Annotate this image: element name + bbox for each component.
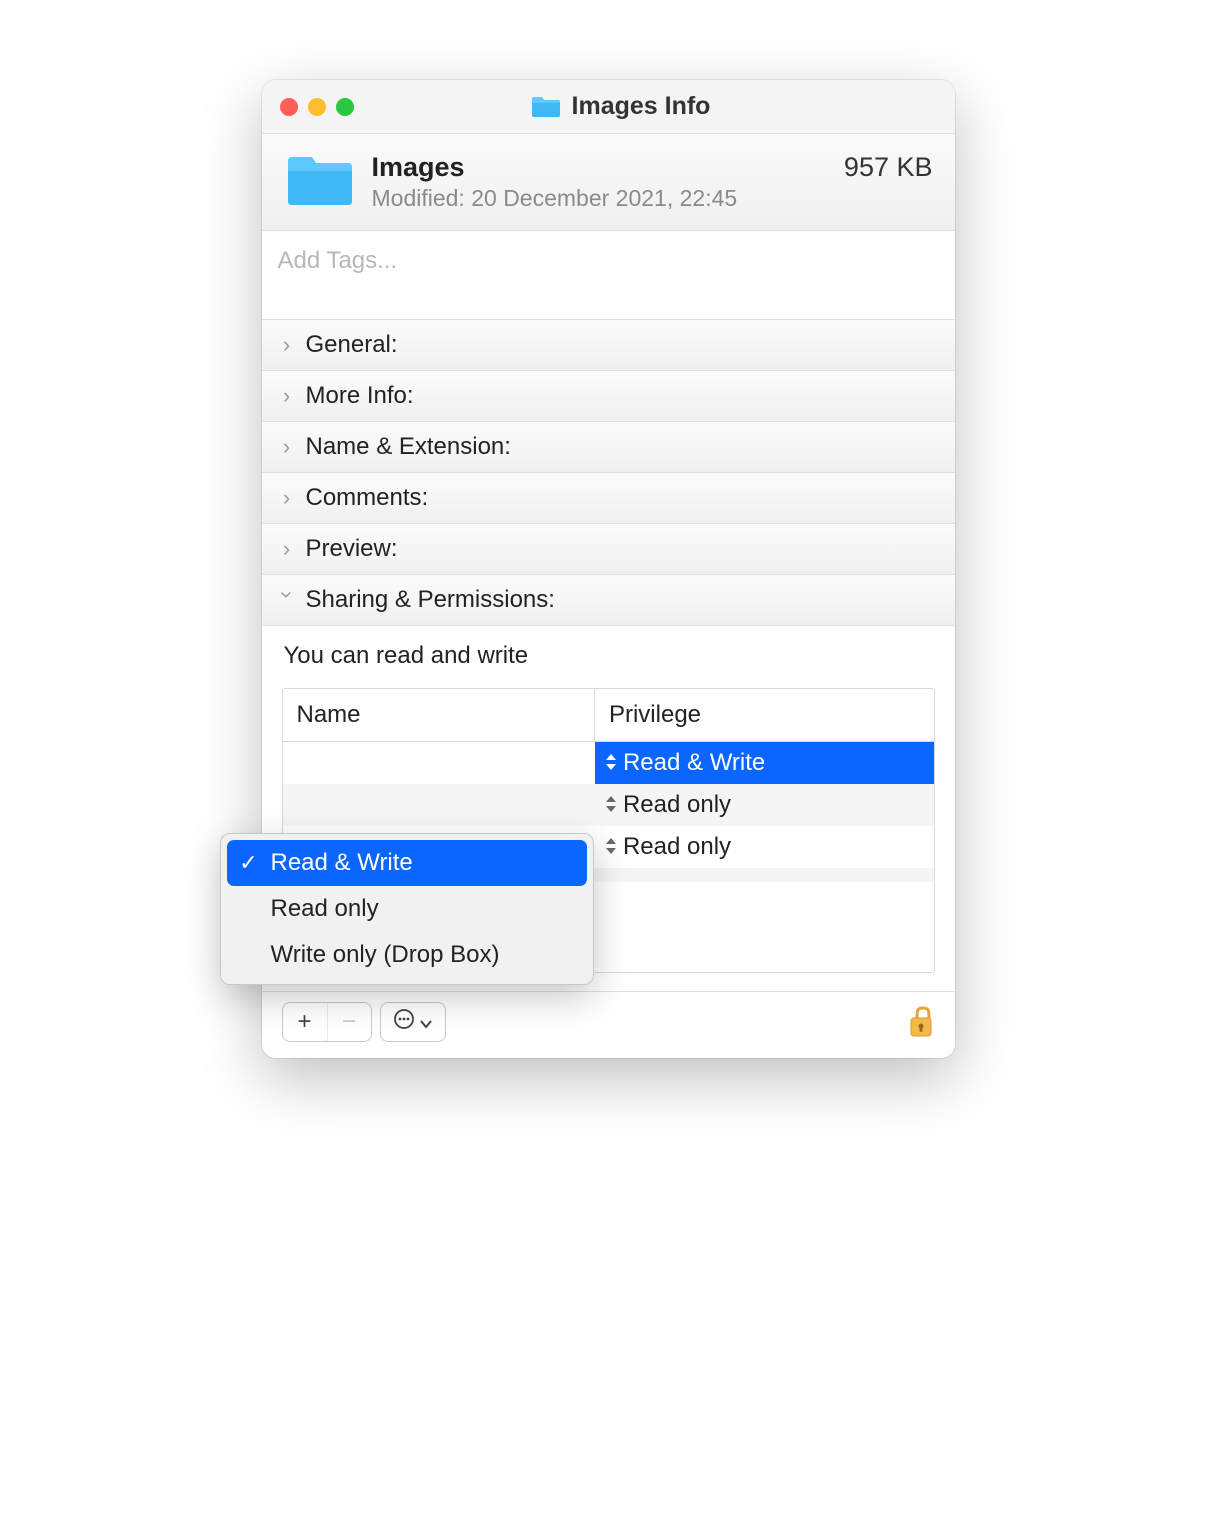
- table-header: Name Privilege: [283, 689, 934, 742]
- section-label: Preview:: [306, 535, 398, 563]
- cell-name: [283, 798, 595, 812]
- privilege-value: Read only: [623, 791, 731, 819]
- cell-name: [283, 756, 595, 770]
- stepper-icon: [605, 753, 617, 774]
- section-name-extension[interactable]: › Name & Extension:: [262, 422, 955, 473]
- table-row[interactable]: Read & Write: [283, 742, 934, 784]
- add-button[interactable]: +: [283, 1003, 327, 1041]
- info-window: Images Info Images Modified: 20 December…: [262, 80, 955, 1058]
- privilege-dropdown: ✓ Read & Write Read only Write only (Dro…: [220, 833, 594, 985]
- chevron-down-icon: ›: [274, 591, 300, 609]
- chevron-right-icon: ›: [278, 434, 296, 460]
- file-size: 957 KB: [844, 152, 933, 183]
- window-title-text: Images Info: [572, 92, 711, 121]
- cell-privilege[interactable]: Read & Write: [595, 742, 934, 784]
- titlebar: Images Info: [262, 80, 955, 134]
- column-header-name[interactable]: Name: [283, 689, 595, 741]
- section-label: Name & Extension:: [306, 433, 511, 461]
- chevron-right-icon: ›: [278, 536, 296, 562]
- tags-section: [262, 231, 955, 320]
- add-remove-group: + −: [282, 1002, 372, 1042]
- permissions-footer: + −: [262, 992, 955, 1058]
- privilege-value: Read & Write: [623, 749, 765, 777]
- section-sharing-permissions[interactable]: › Sharing & Permissions:: [262, 575, 955, 626]
- file-header-text: Images Modified: 20 December 2021, 22:45: [372, 152, 828, 212]
- dropdown-item-read-write[interactable]: ✓ Read & Write: [227, 840, 587, 886]
- folder-icon: [530, 95, 562, 119]
- folder-icon: [284, 153, 356, 211]
- privilege-value: Read only: [623, 833, 731, 861]
- section-more-info[interactable]: › More Info:: [262, 371, 955, 422]
- file-modified: Modified: 20 December 2021, 22:45: [372, 185, 828, 212]
- section-preview[interactable]: › Preview:: [262, 524, 955, 575]
- section-label: More Info:: [306, 382, 414, 410]
- titlebar-title: Images Info: [304, 92, 937, 121]
- dropdown-item-label: Read & Write: [271, 849, 413, 877]
- tags-input[interactable]: [262, 231, 955, 319]
- dropdown-item-write-only[interactable]: Write only (Drop Box): [227, 932, 587, 978]
- section-label: Comments:: [306, 484, 429, 512]
- file-header: Images Modified: 20 December 2021, 22:45…: [262, 134, 955, 231]
- section-comments[interactable]: › Comments:: [262, 473, 955, 524]
- dropdown-item-label: Read only: [271, 895, 379, 923]
- section-label: Sharing & Permissions:: [306, 586, 555, 614]
- dropdown-item-read-only[interactable]: Read only: [227, 886, 587, 932]
- chevron-down-icon: [419, 1009, 433, 1035]
- remove-button[interactable]: −: [327, 1003, 371, 1041]
- lock-icon[interactable]: [907, 1004, 935, 1040]
- table-row[interactable]: Read only: [283, 784, 934, 826]
- cell-privilege[interactable]: Read only: [595, 826, 934, 868]
- permission-summary: You can read and write: [284, 642, 933, 670]
- column-header-privilege[interactable]: Privilege: [595, 689, 934, 741]
- ellipsis-circle-icon: [393, 1008, 415, 1036]
- chevron-right-icon: ›: [278, 383, 296, 409]
- stepper-icon: [605, 837, 617, 858]
- cell-privilege[interactable]: Read only: [595, 784, 934, 826]
- checkmark-icon: ✓: [239, 850, 259, 876]
- action-menu-button[interactable]: [380, 1002, 446, 1042]
- file-name: Images: [372, 152, 828, 183]
- close-window-button[interactable]: [280, 98, 298, 116]
- section-label: General:: [306, 331, 398, 359]
- section-general[interactable]: › General:: [262, 320, 955, 371]
- chevron-right-icon: ›: [278, 332, 296, 358]
- stepper-icon: [605, 795, 617, 816]
- chevron-right-icon: ›: [278, 485, 296, 511]
- dropdown-item-label: Write only (Drop Box): [271, 941, 500, 969]
